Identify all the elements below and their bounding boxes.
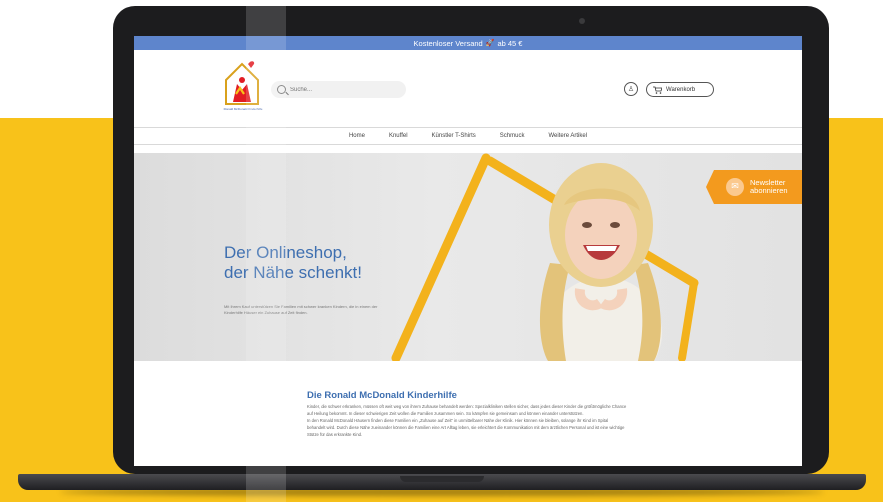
nav-divider-top	[134, 127, 802, 128]
hero-title-line2: der Nähe schenkt!	[224, 262, 362, 282]
nav-item-home[interactable]: Home	[349, 133, 365, 139]
screen-glare	[246, 0, 286, 502]
nav-item-knuffel[interactable]: Knuffel	[389, 133, 408, 139]
newsletter-label-line2: abonnieren	[750, 186, 788, 195]
section-paragraph-2: In den Ronald McDonald Häusern finden di…	[307, 417, 625, 437]
announcement-suffix: ab 45 €	[497, 38, 523, 48]
newsletter-label: Newsletter abonnieren	[750, 179, 788, 195]
nav-divider-bottom	[134, 144, 802, 145]
main-navigation: Home Knuffel Künstler T-Shirts Schmuck W…	[134, 129, 802, 143]
announcement-text: Kostenloser Versand	[413, 38, 483, 48]
hero-title: Der Onlineshop, der Nähe schenkt!	[224, 243, 362, 282]
cart-icon	[653, 86, 662, 94]
cart-label: Warenkorb	[666, 86, 696, 93]
laptop-base-notch	[400, 476, 484, 482]
hero-title-line1: Der Onlineshop,	[224, 243, 347, 262]
nav-item-schmuck[interactable]: Schmuck	[500, 133, 525, 139]
announcement-bar: Kostenloser Versand 🚀 ab 45 €	[134, 36, 802, 50]
hero-banner: Der Onlineshop, der Nähe schenkt! Mit Ih…	[134, 153, 802, 361]
nav-item-kuenstler-tshirts[interactable]: Künstler T-Shirts	[432, 133, 476, 139]
cart-button[interactable]: Warenkorb	[646, 82, 714, 97]
website-screen: Kostenloser Versand 🚀 ab 45 € Ronald McD…	[134, 36, 802, 466]
section-paragraph-1: Kinder, die schwer erkranken, müssen oft…	[307, 404, 627, 416]
rocket-icon: 🚀	[485, 40, 495, 47]
nav-item-weitere-artikel[interactable]: Weitere Artikel	[548, 133, 587, 139]
user-icon: ♙	[627, 86, 635, 93]
search-bar[interactable]	[271, 81, 406, 98]
camera-icon	[579, 18, 585, 24]
newsletter-button[interactable]: ✉ Newsletter abonnieren	[706, 170, 802, 204]
envelope-icon: ✉	[726, 178, 744, 196]
section-body: Kinder, die schwer erkranken, müssen oft…	[307, 404, 627, 439]
account-button[interactable]: ♙	[624, 82, 638, 96]
search-input[interactable]	[290, 86, 390, 93]
section-title: Die Ronald McDonald Kinderhilfe	[307, 390, 457, 401]
